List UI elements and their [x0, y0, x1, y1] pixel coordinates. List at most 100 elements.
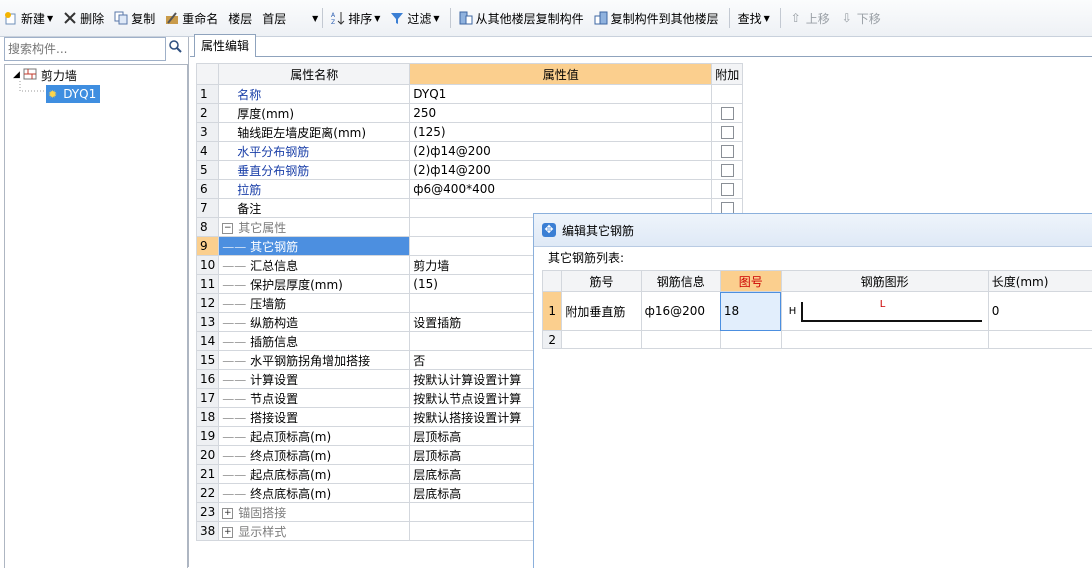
- copy-from-other-floor-button[interactable]: 从其他楼层复制构件: [455, 6, 588, 30]
- column-header-extra: 附加: [712, 64, 743, 85]
- rebar-shape-drawing: [782, 292, 988, 330]
- table-row[interactable]: 3 轴线距左墙皮距离(mm) (125): [197, 123, 743, 142]
- property-group-cell[interactable]: +锚固搭接: [219, 503, 410, 522]
- row-number: 19: [197, 427, 219, 446]
- table-row[interactable]: 1 名称 DYQ1: [197, 85, 743, 104]
- property-name-cell: —— 节点设置: [219, 389, 410, 408]
- column-header-shape-no: 图号: [720, 271, 781, 292]
- corner-header: [543, 271, 562, 292]
- bar-info-cell[interactable]: [641, 331, 720, 349]
- column-header-value: 属性值: [410, 64, 712, 85]
- expand-icon[interactable]: +: [222, 508, 233, 519]
- table-row[interactable]: 2 厚度(mm) 250: [197, 104, 743, 123]
- rename-button[interactable]: 重命名: [161, 6, 222, 30]
- search-icon[interactable]: [166, 39, 184, 59]
- rebar-table: 筋号 钢筋信息 图号 钢筋图形 长度(mm) 1 附加垂直筋 ф16@200 1…: [542, 270, 1092, 349]
- column-header-length: 长度(mm): [988, 271, 1092, 292]
- component-tree: ◢ 剪力墙 ✹ DYQ1: [4, 64, 188, 568]
- length-cell[interactable]: [988, 331, 1092, 349]
- filter-icon: [390, 11, 404, 25]
- row-number: 23: [197, 503, 219, 522]
- property-value[interactable]: (2)ф14@200: [410, 161, 712, 180]
- table-row[interactable]: 5 垂直分布钢筋 (2)ф14@200: [197, 161, 743, 180]
- search-input[interactable]: [5, 41, 160, 57]
- row-number: 8: [197, 218, 219, 237]
- shape-l-label: L: [880, 299, 886, 310]
- table-row[interactable]: 1 附加垂直筋 ф16@200 18 H L 0: [543, 292, 1092, 331]
- bar-info-cell[interactable]: ф16@200: [641, 292, 720, 331]
- extra-checkbox[interactable]: [721, 107, 734, 120]
- table-row[interactable]: 4 水平分布钢筋 (2)ф14@200: [197, 142, 743, 161]
- collapse-icon[interactable]: ◢: [13, 70, 20, 80]
- floor-select[interactable]: 首层 ▼: [260, 8, 318, 28]
- property-name-cell[interactable]: —— 其它钢筋: [219, 237, 410, 256]
- property-name: 终点顶标高(m): [250, 449, 331, 463]
- row-number: 12: [197, 294, 219, 313]
- shape-no-cell[interactable]: [720, 331, 781, 349]
- rebar-shape-cell[interactable]: [781, 331, 988, 349]
- filter-button[interactable]: 过滤 ▼: [386, 6, 443, 30]
- delete-button[interactable]: 删除: [59, 6, 108, 30]
- copy-label: 复制: [131, 10, 155, 27]
- row-number: 5: [197, 161, 219, 180]
- expand-icon[interactable]: +: [222, 527, 233, 538]
- collapse-icon[interactable]: −: [222, 223, 233, 234]
- toolbar-separator: [450, 8, 451, 28]
- dialog-titlebar[interactable]: ✥ 编辑其它钢筋: [534, 214, 1092, 247]
- property-value[interactable]: (125): [410, 123, 712, 142]
- bar-no-cell[interactable]: 附加垂直筋: [562, 292, 641, 331]
- move-down-button[interactable]: ⇩ 下移: [836, 6, 885, 30]
- new-button[interactable]: 新建 ▼: [0, 6, 57, 30]
- table-row[interactable]: 6 拉筋 ф6@400*400: [197, 180, 743, 199]
- property-name: 拉筋: [219, 180, 410, 199]
- dropdown-caret-icon: ▼: [312, 14, 318, 23]
- tree-connector: [19, 81, 49, 101]
- property-name: 搭接设置: [250, 411, 298, 425]
- column-header-shape: 钢筋图形: [781, 271, 988, 292]
- table-row[interactable]: 2: [543, 331, 1092, 349]
- svg-text:Z: Z: [331, 19, 335, 25]
- extra-checkbox[interactable]: [721, 183, 734, 196]
- property-value[interactable]: ф6@400*400: [410, 180, 712, 199]
- move-down-label: 下移: [857, 10, 881, 27]
- tree-node-dyq1[interactable]: ✹ DYQ1: [46, 85, 100, 103]
- new-label: 新建: [21, 10, 45, 27]
- copy-to-other-floor-button[interactable]: 复制构件到其他楼层: [590, 6, 723, 30]
- property-group-cell[interactable]: +显示样式: [219, 522, 410, 541]
- sort-button[interactable]: AZ 排序 ▼: [327, 6, 384, 30]
- rebar-list-label: 其它钢筋列表:: [534, 247, 1092, 269]
- find-button[interactable]: 查找 ▼: [734, 6, 774, 30]
- delete-icon: [63, 11, 77, 25]
- extra-checkbox[interactable]: [721, 145, 734, 158]
- move-up-button[interactable]: ⇧ 上移: [785, 6, 834, 30]
- property-group-cell[interactable]: −其它属性: [219, 218, 410, 237]
- extra-checkbox[interactable]: [721, 126, 734, 139]
- new-icon: [4, 11, 18, 25]
- property-value[interactable]: (2)ф14@200: [410, 142, 712, 161]
- row-number: 16: [197, 370, 219, 389]
- property-name-cell: —— 计算设置: [219, 370, 410, 389]
- shape-no-cell[interactable]: 18: [720, 292, 781, 331]
- bar-no-cell[interactable]: [562, 331, 641, 349]
- arrow-down-icon: ⇩: [840, 11, 854, 25]
- property-value[interactable]: 250: [410, 104, 712, 123]
- search-box: [4, 37, 166, 61]
- copy-to-other-floor-label: 复制构件到其他楼层: [611, 10, 719, 27]
- property-value[interactable]: DYQ1: [410, 85, 712, 104]
- tree-node-label: DYQ1: [63, 87, 96, 101]
- rename-label: 重命名: [182, 10, 218, 27]
- length-cell[interactable]: 0: [988, 292, 1092, 331]
- copy-button[interactable]: 复制: [110, 6, 159, 30]
- sort-label: 排序: [348, 10, 372, 27]
- extra-checkbox[interactable]: [721, 164, 734, 177]
- property-name: 其它钢筋: [250, 240, 298, 254]
- copy-from-other-floor-label: 从其他楼层复制构件: [476, 10, 584, 27]
- property-name: 插筋信息: [250, 335, 298, 349]
- rename-icon: [165, 11, 179, 25]
- column-header-bar-no: 筋号: [562, 271, 641, 292]
- rebar-shape-cell[interactable]: H L: [781, 292, 988, 331]
- property-name: 节点设置: [250, 392, 298, 406]
- property-name-cell: —— 终点底标高(m): [219, 484, 410, 503]
- tab-property-edit[interactable]: 属性编辑: [194, 34, 256, 57]
- property-name: 起点顶标高(m): [250, 430, 331, 444]
